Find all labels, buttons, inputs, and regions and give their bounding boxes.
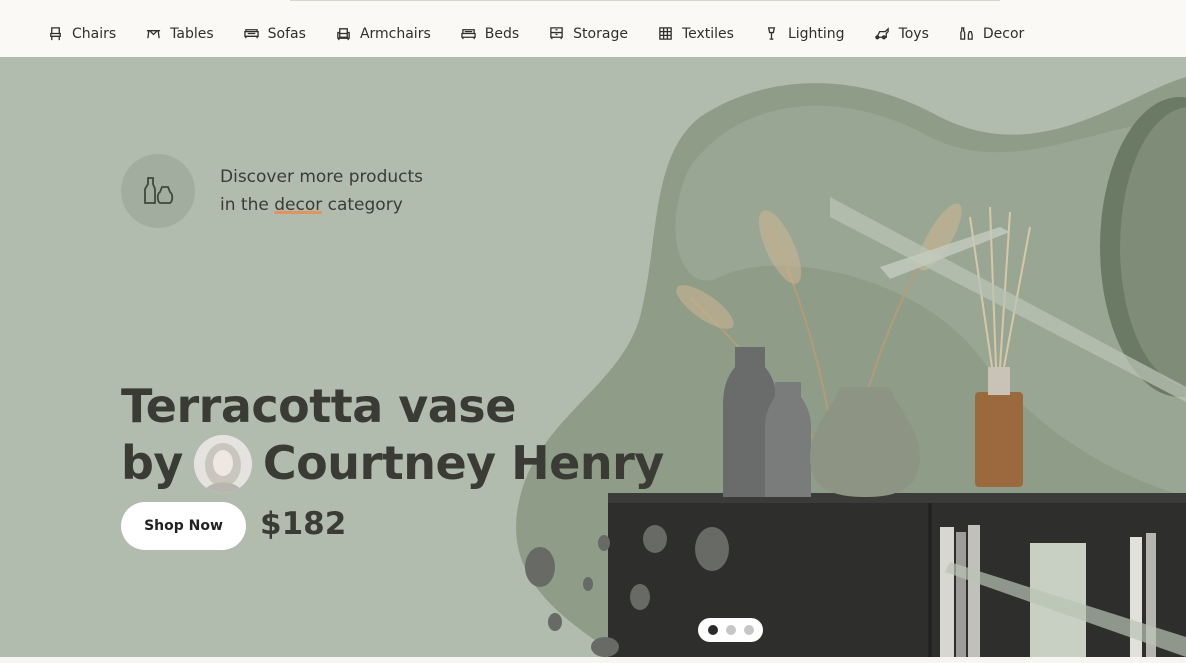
nav-item-label: Armchairs [359, 25, 431, 42]
nav-item-toys[interactable]: Toys [874, 25, 929, 42]
nav-item-sofas[interactable]: Sofas [243, 25, 306, 42]
nav-item-beds[interactable]: Beds [461, 26, 519, 42]
slide-dot-1[interactable] [707, 625, 718, 635]
nav-item-label: Beds [484, 25, 520, 42]
nav-item-label: Storage [573, 25, 628, 42]
nav-item-storage[interactable]: Storage [549, 26, 628, 42]
category-link[interactable]: decor [274, 195, 322, 215]
category-suffix: category [322, 195, 403, 215]
slide-dot-3[interactable] [743, 625, 754, 635]
nav-item-label: Textiles [681, 25, 734, 42]
nav-item-label: Toys [898, 25, 929, 42]
bed-icon [461, 29, 476, 40]
designer-avatar [193, 434, 252, 493]
category-line2: in the decor category [220, 191, 480, 219]
nav-item-decor[interactable]: Decor [959, 26, 1024, 42]
hero-banner: Discover more products in the decor cate… [0, 57, 1186, 657]
nav-item-label: Chairs [72, 25, 117, 42]
nav-item-lighting[interactable]: Lighting [764, 26, 845, 42]
category-prefix: in the [220, 195, 275, 215]
hero-image [516, 77, 1186, 657]
nav-item-chairs[interactable]: Chairs [48, 26, 116, 42]
armchair-icon [337, 28, 350, 41]
nav-item-label: Decor [982, 25, 1025, 42]
product-price: $182 [260, 506, 347, 542]
top-divider [290, 0, 1000, 1]
table-icon [147, 30, 161, 39]
top-navigation: Chairs Tables Sofas Armchairs Beds Stora… [0, 0, 1186, 57]
hero-title: Terracotta vase by Courtney Henry [121, 378, 664, 493]
storage-icon [550, 27, 563, 40]
bottom-strip [0, 657, 1186, 663]
product-name: Terracotta vase [121, 378, 516, 433]
designer-row: by Courtney Henry [121, 434, 664, 493]
lamp-icon [767, 27, 776, 40]
nav-item-tables[interactable]: Tables [146, 26, 214, 42]
shop-now-button[interactable]: Shop Now [121, 502, 246, 550]
nav-item-armchairs[interactable]: Armchairs [336, 26, 431, 42]
toy-icon [874, 27, 889, 40]
nav-item-label: Lighting [787, 25, 845, 42]
chair-icon [50, 27, 61, 41]
nav-item-label: Sofas [267, 25, 306, 42]
designer-portrait [193, 434, 252, 493]
textile-icon [659, 27, 672, 40]
by-label: by [121, 436, 183, 491]
slide-dot-2[interactable] [725, 625, 736, 635]
designer-name[interactable]: Courtney Henry [263, 435, 664, 492]
vase-icon [960, 27, 973, 40]
slide-indicator [698, 618, 763, 642]
category-nav: Chairs Tables Sofas Armchairs Beds Stora… [48, 26, 1054, 42]
sofa-icon [243, 29, 259, 39]
nav-item-label: Tables [170, 25, 214, 42]
category-line1: Discover more products [220, 167, 424, 187]
vase-icon [144, 177, 174, 204]
category-badge[interactable] [121, 154, 195, 228]
category-promo: Discover more products in the decor cate… [220, 163, 480, 219]
nav-item-textiles[interactable]: Textiles [658, 26, 734, 42]
